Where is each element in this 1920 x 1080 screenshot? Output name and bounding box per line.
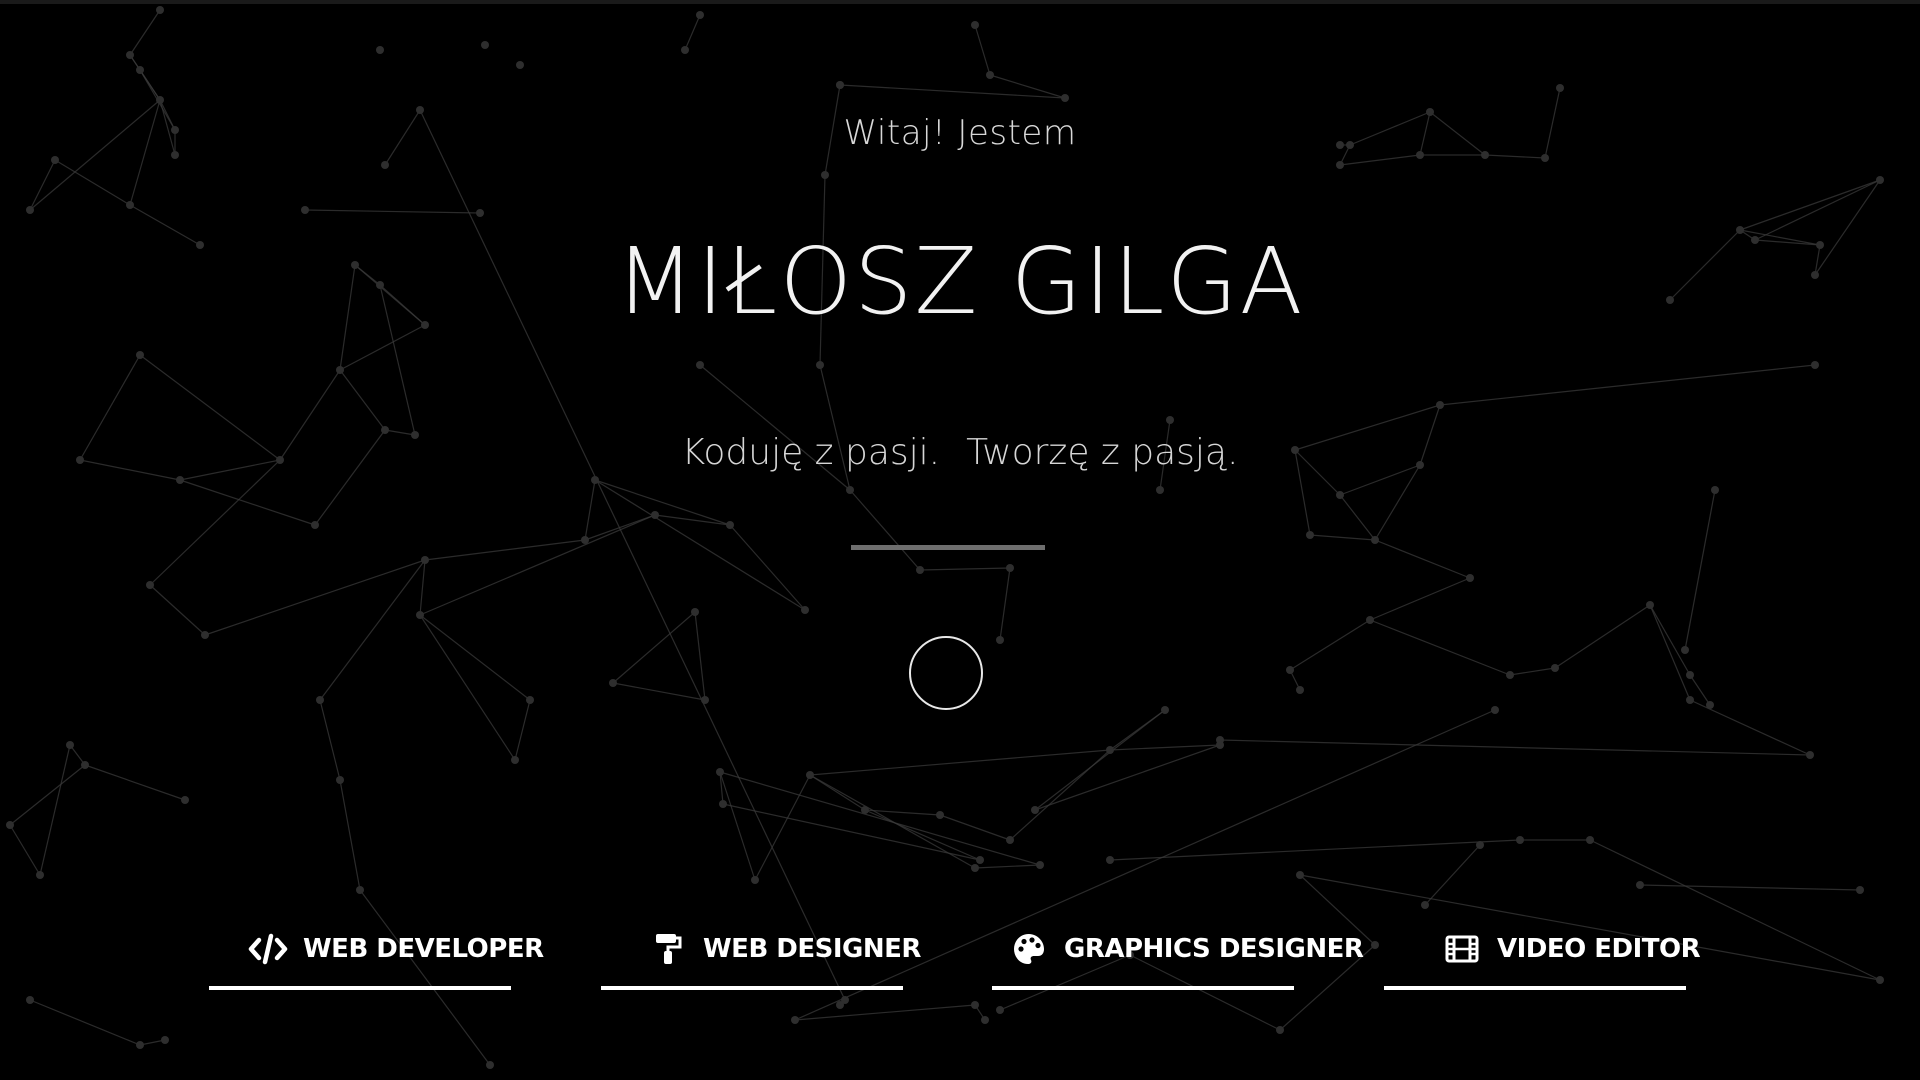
tagline-part-2: Tworzę z pasją. — [966, 432, 1239, 473]
role-label: WEB DESIGNER — [703, 934, 921, 964]
scroll-down-button[interactable] — [909, 636, 983, 710]
role-label: GRAPHICS DESIGNER — [1064, 934, 1364, 964]
code-icon — [247, 929, 289, 969]
role-video-editor[interactable]: VIDEO EDITOR — [1384, 912, 1701, 990]
greeting-text: Witaj! Jestem — [843, 113, 1077, 153]
role-label: WEB DEVELOPER — [303, 934, 544, 964]
role-web-designer[interactable]: WEB DESIGNER — [601, 912, 921, 990]
divider-line — [851, 545, 1045, 550]
tagline: Koduję z pasji. Tworzę z pasją. — [0, 432, 1920, 473]
palette-icon — [1008, 929, 1050, 969]
page-title: MIŁOSZ GILGA — [615, 228, 1305, 335]
role-graphics-designer[interactable]: GRAPHICS DESIGNER — [992, 912, 1364, 990]
role-label: VIDEO EDITOR — [1497, 934, 1701, 964]
film-icon — [1441, 929, 1483, 969]
paint-roller-icon — [647, 929, 689, 969]
role-web-developer[interactable]: WEB DEVELOPER — [209, 912, 544, 990]
tagline-part-1: Koduję z pasji. — [681, 432, 941, 473]
hero-section: Witaj! Jestem MIŁOSZ GILGA Koduję z pasj… — [0, 0, 1920, 1080]
